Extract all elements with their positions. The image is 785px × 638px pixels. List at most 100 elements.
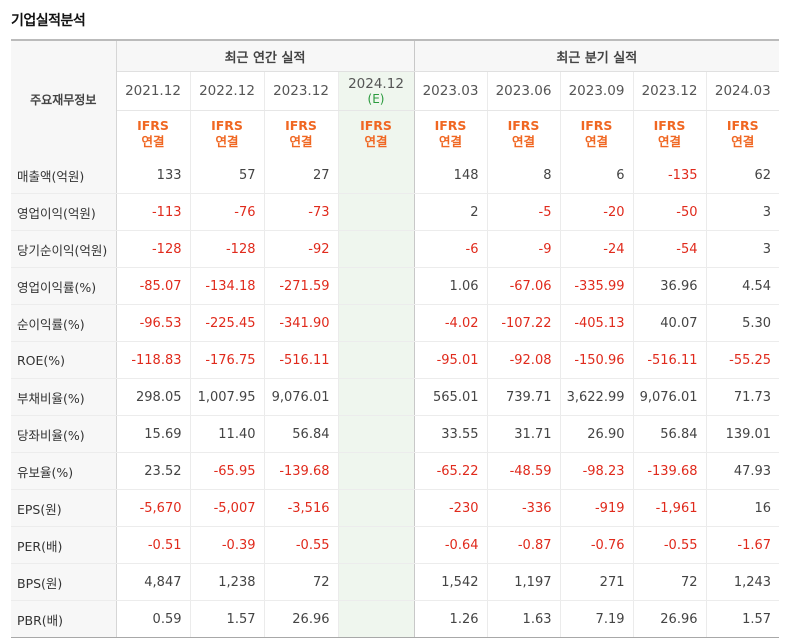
row-label: PER(배) [11,526,117,564]
value-cell: 62 [705,157,780,194]
value-cell: 3,622.99 [559,378,633,416]
value-cell: 5.30 [705,304,780,342]
value-cell: -0.55 [632,526,706,564]
value-cell: 56.84 [263,415,338,453]
value-cell: 11.40 [189,415,264,453]
table-row: BPS(원) 4,847 1,238 72 1,542 1,197 271 72 1,243 [11,563,780,601]
value-cell: 8 [486,157,560,194]
value-cell: 0.59 [116,600,190,638]
table-row: 당좌비율(%) 15.69 11.40 56.84 33.55 31.71 26.90 56.… [11,415,780,453]
value-cell: 7.19 [559,600,633,638]
ifrs-label: IFRS [360,118,392,133]
value-cell: -139.68 [632,452,706,490]
value-cell: -0.87 [486,526,560,564]
value-cell: 33.55 [413,415,487,453]
value-cell: 1,238 [189,563,264,601]
value-cell: 1.63 [486,600,560,638]
ifrs-consolidated-header: IFRS 연결 [189,110,264,157]
value-cell: -55.25 [705,341,780,379]
value-cell: -92.08 [486,341,560,379]
table-row: ROE(%) -118.83 -176.75 -516.11 -95.01 -92.08-… [11,341,780,379]
ifrs-label: IFRS [726,118,759,133]
table-row: PER(배) -0.51 -0.39 -0.55 -0.64 -0.87 -0.76 -0.5… [11,526,780,564]
row-label: 부채비율(%) [11,378,117,416]
value-cell: -65.22 [413,452,487,490]
value-cell: -128 [189,230,264,268]
value-cell: -1.67 [705,526,780,564]
consolidated-label: 연결 [289,134,313,149]
period-header: 2023.03 [413,71,487,111]
table-row: EPS(원) -5,670 -5,007 -3,516 -230 -336 -919 -1,9… [11,489,780,527]
value-cell: 1.57 [189,600,264,638]
value-cell: 47.93 [705,452,780,490]
row-label: 당좌비율(%) [11,415,117,453]
ifrs-consolidated-header: IFRS 연결 [632,110,706,157]
value-cell: -95.01 [413,341,487,379]
value-cell: -0.39 [189,526,264,564]
value-cell: -3,516 [263,489,338,527]
value-cell: 57 [189,157,264,194]
estimate-cell [337,526,414,564]
table-row: 영업이익률(%) -85.07 -134.18 -271.59 1.06 -67.06 -3… [11,267,780,305]
row-label: ROE(%) [11,341,117,379]
value-cell: -24 [559,230,633,268]
value-cell: 9,076.01 [632,378,706,416]
value-cell: -54 [632,230,706,268]
row-label: 당기순이익(억원) [11,230,117,268]
table-row: 유보율(%) 23.52 -65.95 -139.68 -65.22 -48.59 -98.… [11,452,780,490]
value-cell: 72 [632,563,706,601]
period-header: 2023.09 [559,71,633,111]
row-label: 영업이익(억원) [11,193,117,231]
value-cell: -335.99 [559,267,633,305]
consolidated-label: 연결 [731,134,755,149]
value-cell: 271 [559,563,633,601]
table-row: 당기순이익(억원) -128 -128 -92 -6 -9 -24 -54 3 [11,230,780,268]
period-header: 2023.12 [263,71,338,111]
row-label: 순이익률(%) [11,304,117,342]
value-cell: 3 [705,193,780,231]
value-cell: -92 [263,230,338,268]
estimate-cell [337,157,414,194]
value-cell: 2 [413,193,487,231]
ifrs-consolidated-header: IFRS 연결 [263,110,338,157]
value-cell: 3 [705,230,780,268]
row-label: EPS(원) [11,489,117,527]
value-cell: 72 [263,563,338,601]
value-cell: 1.57 [705,600,780,638]
value-cell: 71.73 [705,378,780,416]
period-header: 2023.06 [486,71,560,111]
row-label-header: 주요재무정보 [11,39,117,157]
value-cell: -0.64 [413,526,487,564]
value-cell: 739.71 [486,378,560,416]
value-cell: -0.55 [263,526,338,564]
estimate-mark: (E) [367,92,385,106]
consolidated-label: 연결 [657,134,681,149]
value-cell: 1.26 [413,600,487,638]
value-cell: 565.01 [413,378,487,416]
value-cell: -113 [116,193,190,231]
ifrs-consolidated-header: IFRS 연결 [559,110,633,157]
value-cell: 1,197 [486,563,560,601]
value-cell: -128 [116,230,190,268]
period-header: 2024.03 [705,71,780,111]
value-cell: 4.54 [705,267,780,305]
ifrs-label: IFRS [211,118,243,133]
value-cell: 23.52 [116,452,190,490]
table-row: 부채비율(%) 298.05 1,007.95 9,076.01 565.01 739.7… [11,378,780,416]
value-cell: -48.59 [486,452,560,490]
estimate-cell [337,267,414,305]
value-cell: 56.84 [632,415,706,453]
value-cell: -73 [263,193,338,231]
value-cell: -6 [413,230,487,268]
row-label: PBR(배) [11,600,117,638]
value-cell: -5,007 [189,489,264,527]
value-cell: -0.51 [116,526,190,564]
value-cell: -1,961 [632,489,706,527]
value-cell: 40.07 [632,304,706,342]
period-header: 2021.12 [116,71,190,111]
value-cell: 16 [705,489,780,527]
value-cell: -85.07 [116,267,190,305]
table-row: 순이익률(%) -96.53 -225.45 -341.90 -4.02 -107.22-… [11,304,780,342]
consolidated-label: 연결 [141,134,165,149]
estimate-cell [337,415,414,453]
